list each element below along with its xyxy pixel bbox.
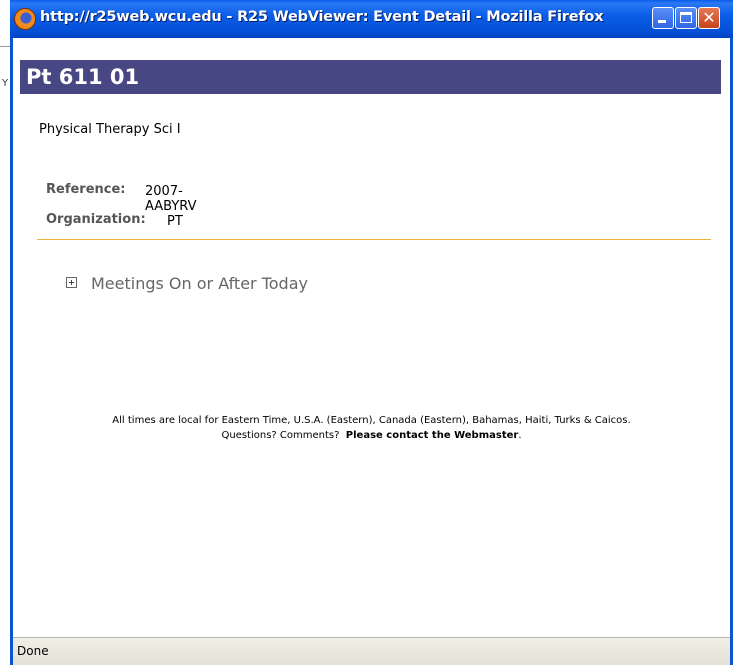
minimize-button[interactable] xyxy=(652,7,674,29)
background-text-fragment: Y xyxy=(2,78,9,89)
footer: All times are local for Eastern Time, U.… xyxy=(13,413,730,443)
contact-line: Questions? Comments? Please contact the … xyxy=(221,430,522,441)
section-divider xyxy=(37,239,711,240)
contact-webmaster-link[interactable]: Please contact the Webmaster xyxy=(346,430,519,441)
organization-label: Organization: xyxy=(46,212,146,227)
meetings-label[interactable]: Meetings On or After Today xyxy=(91,274,308,293)
browser-window: http://r25web.wcu.edu - R25 WebViewer: E… xyxy=(10,0,733,665)
firefox-icon[interactable] xyxy=(14,8,36,30)
window-title: http://r25web.wcu.edu - R25 WebViewer: E… xyxy=(40,9,604,25)
status-text: Done xyxy=(17,644,49,658)
event-title: Pt 611 01 xyxy=(20,60,721,94)
close-icon: ✕ xyxy=(702,8,716,27)
event-description: Physical Therapy Sci I xyxy=(39,122,181,137)
organization-value: PT xyxy=(167,214,183,229)
title-bar[interactable]: http://r25web.wcu.edu - R25 WebViewer: E… xyxy=(10,0,733,38)
expand-plus-icon[interactable] xyxy=(66,277,77,288)
reference-label: Reference: xyxy=(46,182,126,197)
meetings-expander[interactable]: Meetings On or After Today xyxy=(66,274,308,293)
questions-text: Questions? Comments? xyxy=(221,430,340,441)
maximize-button[interactable] xyxy=(675,7,697,29)
page-content: Pt 611 01 Physical Therapy Sci I Referen… xyxy=(13,38,730,637)
timezone-note: All times are local for Eastern Time, U.… xyxy=(112,415,631,426)
close-button[interactable]: ✕ xyxy=(698,7,720,29)
background-divider xyxy=(0,46,10,47)
reference-value: 2007-AABYRV xyxy=(145,184,197,214)
status-bar: Done xyxy=(13,637,730,665)
